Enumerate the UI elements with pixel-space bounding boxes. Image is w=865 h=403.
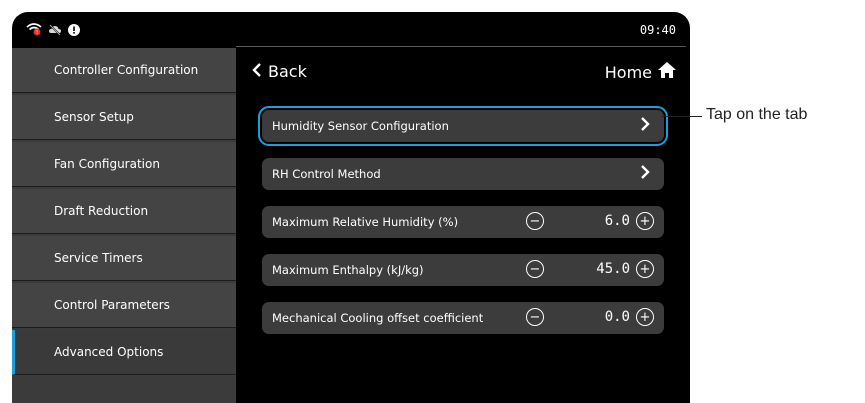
sidebar-item-label: Control Parameters [54, 298, 170, 312]
sidebar-item-label: Advanced Options [54, 345, 164, 359]
home-label: Home [604, 62, 652, 82]
row-label: Humidity Sensor Configuration [272, 119, 449, 133]
status-icons: ! [26, 21, 80, 40]
row-value: 45.0 [596, 261, 630, 277]
wifi-alert-icon: ! [26, 21, 42, 40]
callout-text: Tap on the tab [706, 106, 808, 123]
mechanical-cooling-offset-row: Mechanical Cooling offset coefficient − … [262, 302, 664, 334]
sidebar-item-label: Draft Reduction [54, 204, 149, 218]
plus-button[interactable]: + [636, 212, 654, 230]
sidebar-item-control-parameters[interactable]: Control Parameters [12, 283, 236, 328]
home-button[interactable]: Home [605, 62, 676, 82]
sidebar-item-label: Sensor Setup [54, 110, 134, 124]
sidebar-item-service-timers[interactable]: Service Timers [12, 236, 236, 281]
chevron-right-icon [640, 117, 650, 135]
sidebar-item-label: Service Timers [54, 251, 143, 265]
status-bar: ! 09:40 [12, 12, 690, 48]
sidebar-item-controller-configuration[interactable]: Controller Configuration [12, 48, 236, 93]
rh-control-method-row[interactable]: RH Control Method [262, 158, 664, 190]
plus-button[interactable]: + [636, 308, 654, 326]
callout-line [662, 116, 702, 117]
header-divider [236, 46, 686, 47]
alert-icon [68, 21, 80, 40]
minus-button[interactable]: − [526, 308, 544, 326]
sidebar: Controller Configuration Sensor Setup Fa… [12, 48, 236, 403]
sidebar-item-label: Fan Configuration [54, 157, 160, 171]
row-value: 0.0 [604, 309, 630, 325]
plus-button[interactable]: + [636, 260, 654, 278]
row-value: 6.0 [604, 213, 630, 229]
minus-button[interactable]: − [526, 260, 544, 278]
maximum-enthalpy-row: Maximum Enthalpy (kJ/kg) − 45.0 + [262, 254, 664, 286]
device-screen: ! 09:40 Controller Configuration Sensor … [12, 12, 690, 403]
sidebar-item-draft-reduction[interactable]: Draft Reduction [12, 189, 236, 234]
svg-text:!: ! [36, 30, 38, 36]
clock: 09:40 [639, 23, 676, 37]
home-icon [658, 62, 676, 82]
back-label: Back [268, 62, 307, 81]
cloud-off-icon [48, 21, 62, 40]
humidity-sensor-configuration-row[interactable]: Humidity Sensor Configuration [258, 106, 668, 146]
sidebar-item-label: Controller Configuration [54, 63, 199, 77]
minus-button[interactable]: − [526, 212, 544, 230]
main-panel: Back Home Humidity Sensor Configuration … [236, 48, 690, 403]
back-button[interactable]: Back [252, 62, 307, 81]
maximum-relative-humidity-row: Maximum Relative Humidity (%) − 6.0 + [262, 206, 664, 238]
sidebar-item-advanced-options[interactable]: Advanced Options [12, 330, 236, 375]
sidebar-item-fan-configuration[interactable]: Fan Configuration [12, 142, 236, 187]
chevron-left-icon [252, 62, 262, 81]
sidebar-item-sensor-setup[interactable]: Sensor Setup [12, 95, 236, 140]
chevron-right-icon [640, 165, 650, 183]
row-label: RH Control Method [272, 167, 381, 181]
